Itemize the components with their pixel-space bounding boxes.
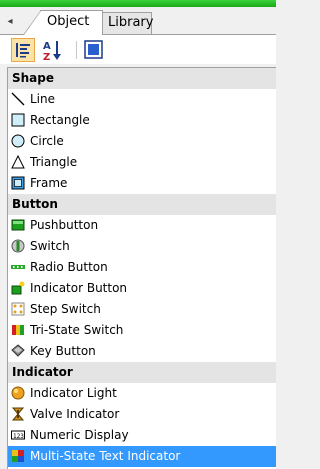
list-item-key-button[interactable]: Key Button (8, 341, 276, 362)
list-item-multi-state-text-indicator[interactable]: Multi-State Text Indicator (8, 446, 276, 467)
list-item-frame[interactable]: Frame (8, 173, 276, 194)
list-item-label: Valve Indicator (30, 407, 120, 421)
list-item-label: Rectangle (30, 113, 90, 127)
list-item-numeric-display[interactable]: 123 Numeric Display (8, 425, 276, 446)
triangle-icon (11, 155, 25, 169)
list-item-label: Numeric Display (30, 428, 129, 442)
line-icon (11, 92, 25, 106)
frame-icon (11, 176, 25, 190)
list-item-valve-indicator[interactable]: Valve Indicator (8, 404, 276, 425)
list-item-pushbutton[interactable]: Pushbutton (8, 215, 276, 236)
numeric-display-icon: 123 (11, 430, 25, 440)
properties-icon (84, 40, 103, 59)
categorized-sort-icon (16, 43, 30, 58)
radio-button-icon (11, 265, 25, 269)
list-item-label: Circle (30, 134, 64, 148)
list-item-label: Frame (30, 176, 68, 190)
list-item-label: Multi-State Text Indicator (30, 449, 181, 463)
tab-scroll-left-icon[interactable]: ◂ (4, 15, 16, 29)
list-item-tri-state-switch[interactable]: Tri-State Switch (8, 320, 276, 341)
list-item-radio-button[interactable]: Radio Button (8, 257, 276, 278)
indicator-light-icon (11, 386, 25, 400)
list-item-label: Line (30, 92, 56, 106)
list-item-circle[interactable]: Circle (8, 131, 276, 152)
list-item-label: Indicator Button (30, 281, 128, 295)
list-item-label: Switch (30, 239, 70, 253)
toolbar: A Z (0, 34, 276, 64)
categorized-sort-button[interactable] (11, 38, 35, 62)
list-item-label: Key Button (30, 344, 96, 358)
circle-icon (11, 134, 25, 148)
category-shape[interactable]: Shape (8, 68, 276, 89)
list-item-triangle[interactable]: Triangle (8, 152, 276, 173)
svg-text:123: 123 (13, 433, 24, 440)
tab-object[interactable]: Object (23, 10, 103, 35)
object-list: Shape Line Rectangle Circle Triangle Fra… (7, 67, 276, 469)
svg-text:Z: Z (43, 52, 50, 62)
top-accent-bar (0, 0, 276, 7)
properties-button[interactable] (82, 38, 106, 62)
list-item-label: Radio Button (30, 260, 108, 274)
toolbar-separator (76, 41, 77, 59)
rectangle-icon (11, 113, 25, 127)
list-item-rectangle[interactable]: Rectangle (8, 110, 276, 131)
valve-indicator-icon (11, 407, 25, 421)
tab-library[interactable]: Library (101, 12, 153, 34)
category-indicator[interactable]: Indicator (8, 362, 276, 383)
step-switch-icon (11, 302, 25, 316)
list-item-label: Tri-State Switch (30, 323, 124, 337)
alphabetical-sort-icon: A Z (43, 41, 61, 63)
alphabetical-sort-button[interactable]: A Z (41, 38, 65, 63)
multi-state-text-indicator-icon (12, 450, 24, 462)
indicator-button-icon (11, 281, 25, 295)
pushbutton-icon (11, 219, 25, 231)
switch-icon (11, 239, 25, 253)
list-item-indicator-button[interactable]: Indicator Button (8, 278, 276, 299)
list-item-line[interactable]: Line (8, 89, 276, 110)
list-item-switch[interactable]: Switch (8, 236, 276, 257)
tri-state-switch-icon (12, 325, 24, 335)
list-item-label: Pushbutton (30, 218, 99, 232)
tab-strip: ◂ Object Library (0, 7, 276, 35)
list-item-indicator-light[interactable]: Indicator Light (8, 383, 276, 404)
list-item-label: Triangle (30, 155, 78, 169)
list-item-step-switch[interactable]: Step Switch (8, 299, 276, 320)
list-item-label: Indicator Light (30, 386, 117, 400)
list-item-label: Step Switch (30, 302, 101, 316)
key-button-icon (11, 344, 25, 357)
svg-text:A: A (43, 41, 51, 52)
category-button[interactable]: Button (8, 194, 276, 215)
